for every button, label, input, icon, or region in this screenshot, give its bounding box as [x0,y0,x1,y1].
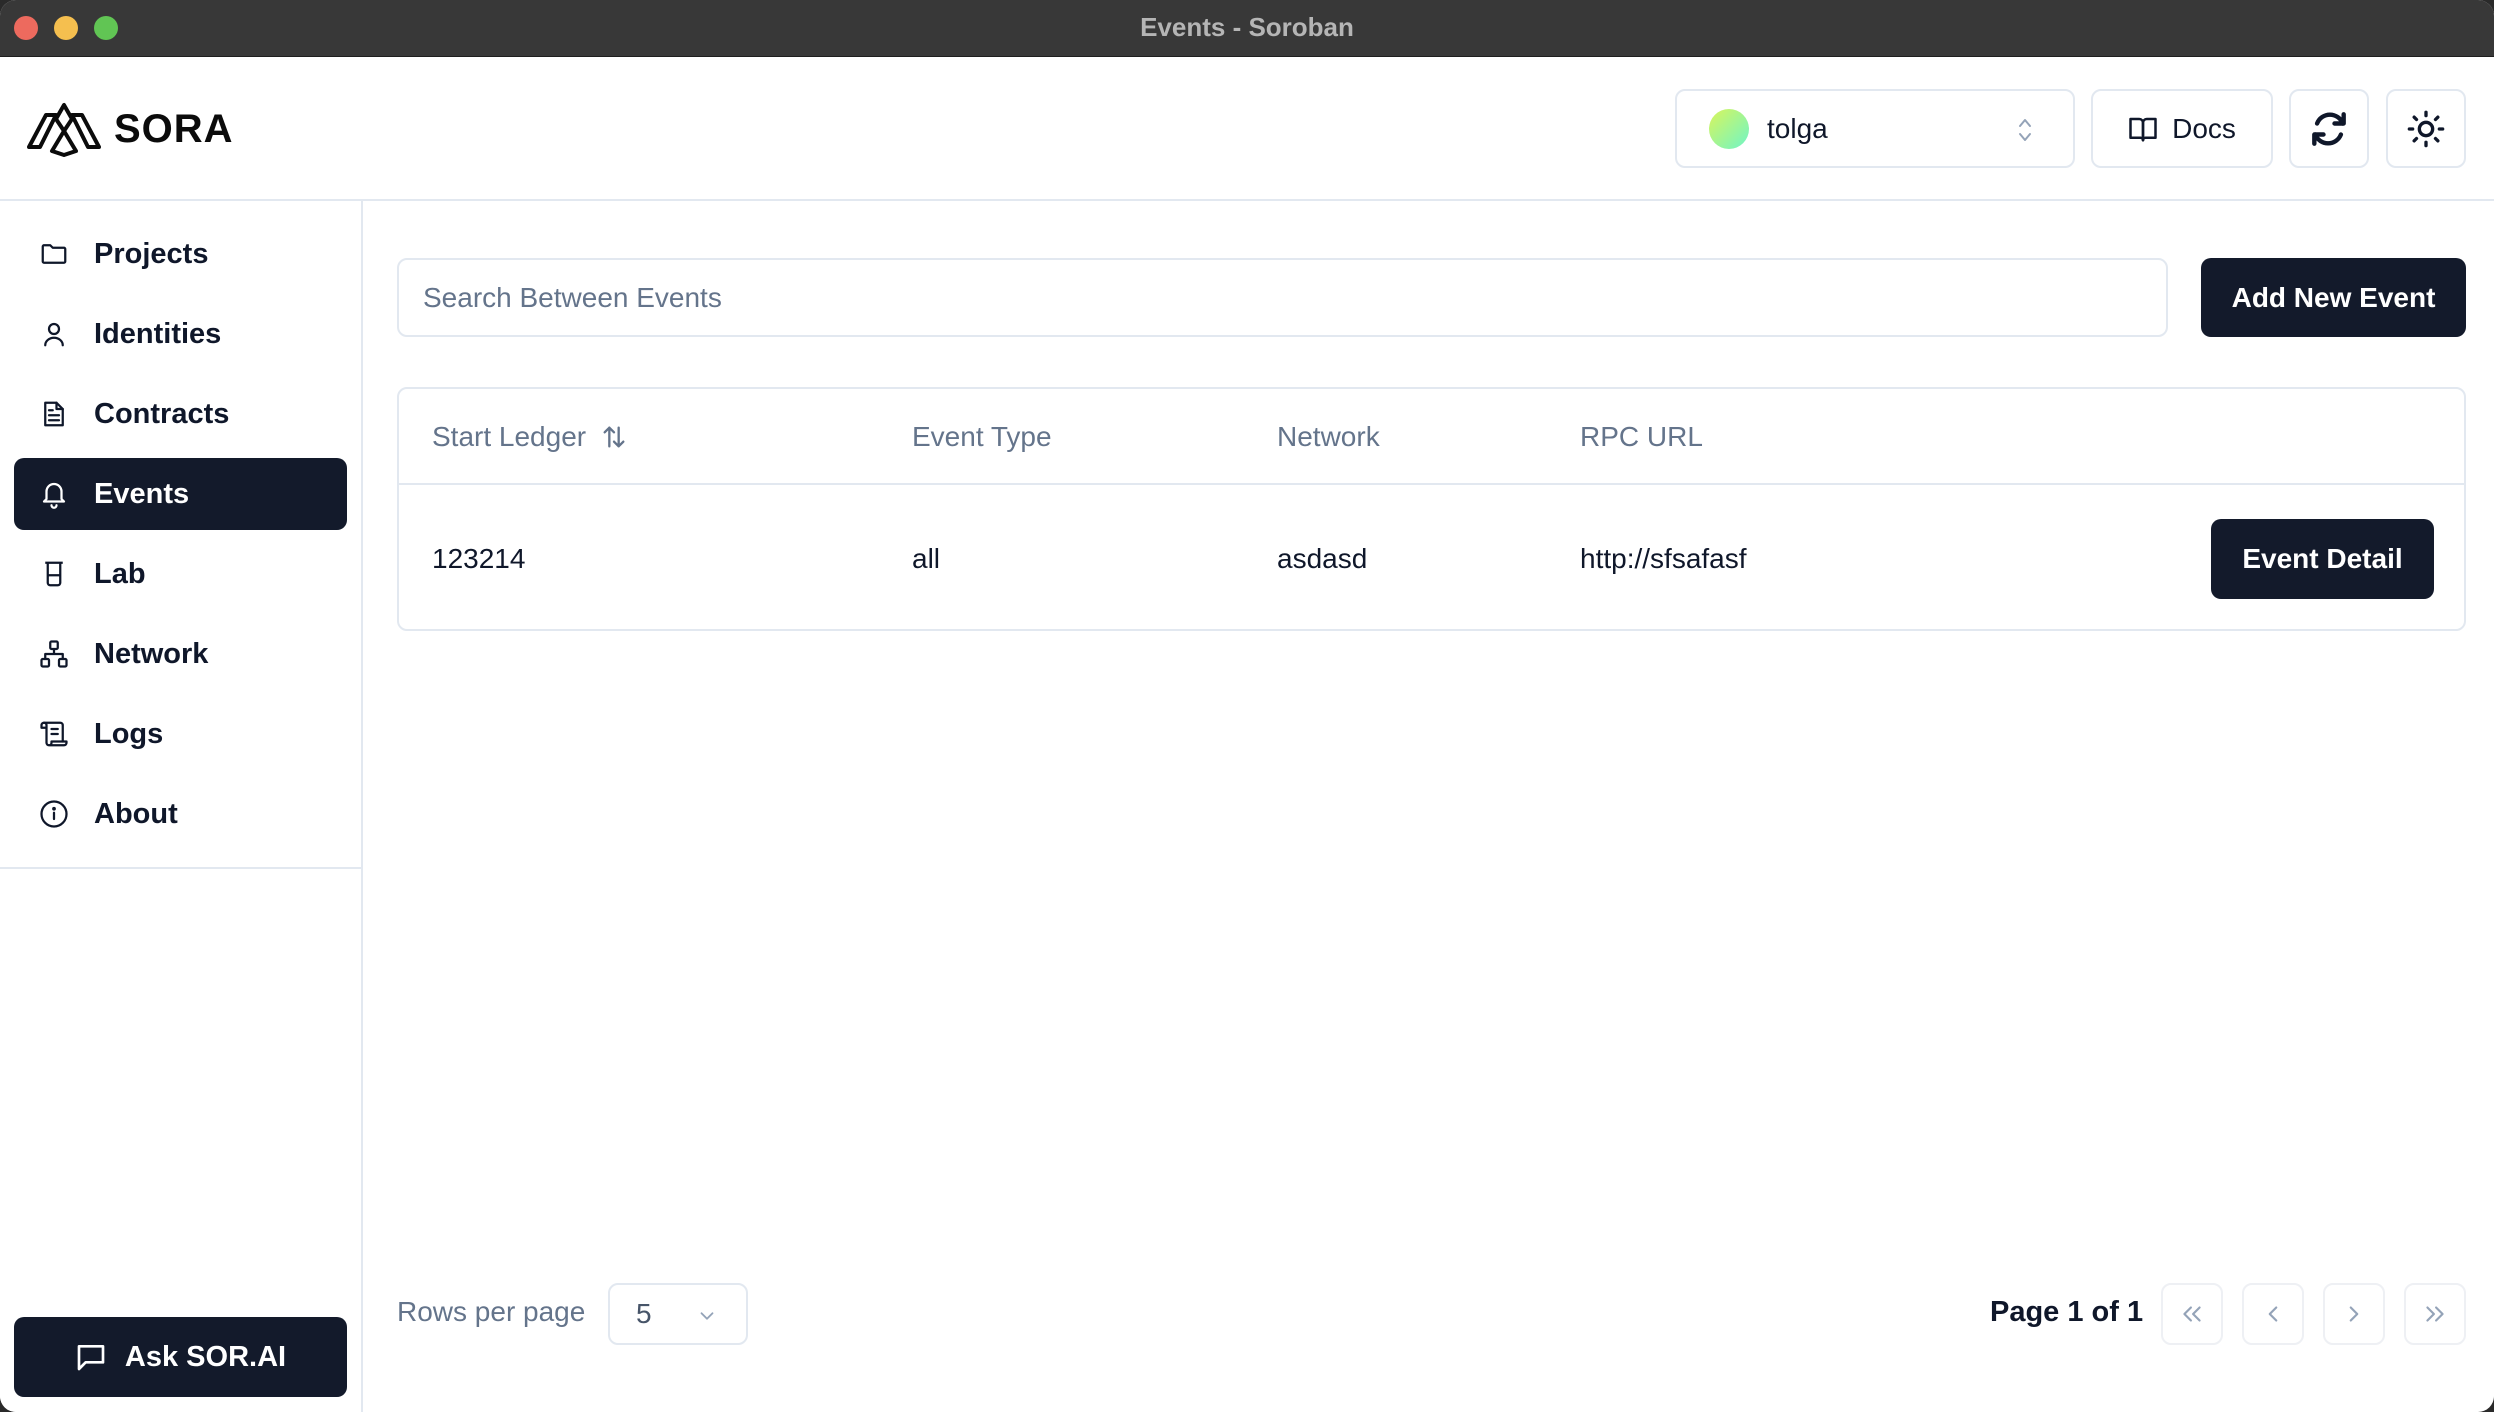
logo-text: SORA [114,106,234,151]
cell-network: asdasd [1277,543,1368,574]
ask-ai-label: Ask SOR.AI [124,1340,287,1373]
info-icon [38,798,70,830]
chevron-down-icon [700,1312,714,1320]
chevrons-left-icon [2183,1306,2201,1322]
cell-start-ledger: 123214 [432,543,526,574]
title-bar: Events - Soroban [0,0,2494,57]
sidebar-item-logs[interactable]: Logs [14,698,347,770]
sort-icon[interactable] [600,423,628,451]
avatar [1709,108,1749,149]
book-open-icon [2129,117,2157,141]
docs-label: Docs [2172,112,2236,144]
last-page-button[interactable] [2404,1283,2466,1345]
column-header-start-ledger[interactable]: Start Ledger [432,389,628,485]
identity-name: tolga [1767,112,1828,144]
cell-event-type: all [912,543,941,574]
window-title: Events - Soroban [1140,12,1354,42]
rows-per-page-value: 5 [636,1298,652,1329]
sidebar-item-label: Contracts [94,397,230,430]
rows-per-page-select[interactable]: 5 [608,1283,748,1345]
docs-button[interactable]: Docs [2091,89,2273,168]
sidebar-item-identities[interactable]: Identities [14,298,347,370]
sidebar-item-network[interactable]: Network [14,618,347,690]
sidebar-item-label: Projects [94,237,209,270]
sidebar-item-events[interactable]: Events [14,458,347,530]
sidebar-item-label: Identities [94,317,222,350]
theme-toggle-button[interactable] [2386,89,2466,168]
user-icon [38,318,70,350]
refresh-button[interactable] [2289,89,2369,168]
event-detail-button[interactable]: Event Detail [2211,519,2434,599]
column-header-rpc-url: RPC URL [1580,421,1703,452]
sidebar-item-contracts[interactable]: Contracts [14,378,347,450]
sidebar-item-label: Lab [94,557,146,590]
rows-per-page-label: Rows per page [397,1296,586,1327]
sidebar-item-lab[interactable]: Lab [14,538,347,610]
sidebar-item-label: Events [94,477,190,510]
column-header-label: Start Ledger [432,421,587,452]
page-info: Page 1 of 1 [1990,1296,2144,1328]
events-table: Start Ledger Event Type Network RPC URL … [397,387,2466,631]
refresh-icon [2312,111,2346,146]
previous-page-button[interactable] [2242,1283,2304,1345]
file-text-icon [38,398,70,430]
sidebar-item-projects[interactable]: Projects [14,218,347,290]
add-new-event-button[interactable]: Add New Event [2201,258,2466,337]
first-page-button[interactable] [2161,1283,2223,1345]
search-input[interactable] [397,258,2168,337]
sun-icon [2407,110,2445,147]
cell-rpc-url: http://sfsafasf [1580,543,1747,574]
chevrons-right-icon [2426,1306,2444,1322]
ask-ai-button[interactable]: Ask SOR.AI [14,1317,347,1397]
app-window: Events - Soroban SORA tolga Docs Project… [0,0,2494,1412]
identity-selector[interactable]: tolga [1675,89,2075,168]
chevron-right-icon [2349,1306,2359,1322]
message-square-icon [77,1345,105,1371]
network-icon [38,638,70,670]
scroll-icon [38,718,70,750]
sidebar: Projects Identities Contracts Events Lab [0,201,363,1412]
chevrons-up-down-icon [2019,119,2031,141]
logo[interactable]: SORA [26,101,234,157]
sidebar-item-label: Logs [94,717,164,750]
sora-logo-icon [27,103,101,157]
next-page-button[interactable] [2323,1283,2385,1345]
sidebar-item-label: Network [94,637,209,670]
table-row: 123214 all asdasd http://sfsafasf Event … [399,487,2464,631]
sidebar-divider [0,867,361,869]
app-header: SORA tolga Docs [0,57,2494,201]
table-header: Start Ledger Event Type Network RPC URL [399,389,2464,485]
beaker-icon [38,558,70,590]
sidebar-item-label: About [94,797,178,830]
column-header-event-type: Event Type [912,421,1052,452]
bell-icon [38,478,70,510]
folder-icon [38,238,70,270]
chevron-left-icon [2268,1306,2278,1322]
column-header-network: Network [1277,421,1380,452]
sidebar-item-about[interactable]: About [14,778,347,850]
